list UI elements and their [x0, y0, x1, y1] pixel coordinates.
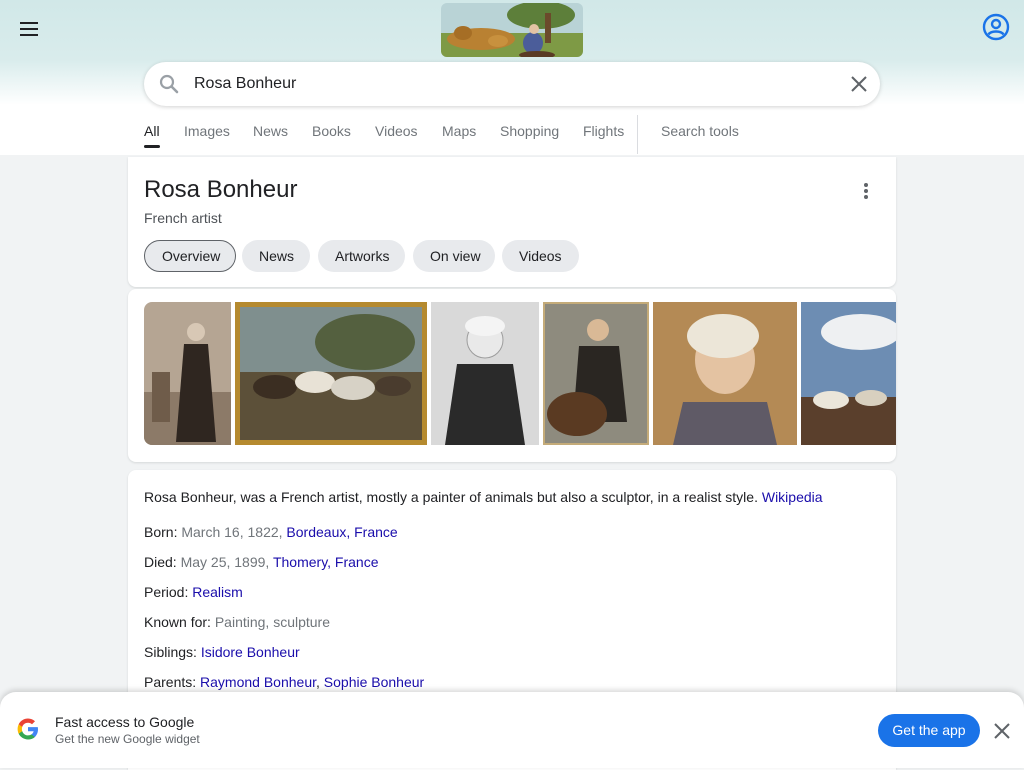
entity-title: Rosa Bonheur	[144, 176, 298, 203]
image-thumbnail[interactable]	[235, 302, 427, 445]
knowledge-panel-header: Rosa Bonheur French artist Overview News…	[128, 157, 896, 287]
tab-videos[interactable]: Videos	[375, 123, 418, 139]
search-box	[144, 62, 880, 106]
fact-period: Period: Realism	[144, 584, 243, 600]
parent-link-mother[interactable]: Sophie Bonheur	[324, 674, 424, 690]
more-options-icon[interactable]	[856, 181, 876, 203]
image-thumbnail[interactable]	[801, 302, 896, 445]
search-icon[interactable]	[158, 73, 180, 95]
fact-siblings: Siblings: Isidore Bonheur	[144, 644, 300, 660]
google-doodle[interactable]	[441, 3, 583, 57]
died-place-link[interactable]: Thomery, France	[273, 554, 379, 570]
image-thumbnail[interactable]	[144, 302, 231, 445]
fact-parents: Parents: Raymond Bonheur, Sophie Bonheur	[144, 674, 425, 690]
banner-title: Fast access to Google	[55, 714, 195, 730]
header: All Images News Books Videos Maps Shoppi…	[0, 0, 1024, 155]
get-app-button[interactable]: Get the app	[878, 714, 980, 747]
tab-maps[interactable]: Maps	[442, 123, 476, 139]
fact-born: Born: March 16, 1822, Bordeaux, France	[144, 524, 398, 540]
tab-books[interactable]: Books	[312, 123, 351, 139]
fact-died: Died: May 25, 1899, Thomery, France	[144, 554, 379, 570]
account-circle-icon[interactable]	[982, 13, 1010, 41]
entity-subtitle: French artist	[144, 210, 222, 226]
fact-known-for: Known for: Painting, sculpture	[144, 614, 331, 630]
entity-description: Rosa Bonheur, was a French artist, mostl…	[144, 489, 823, 505]
tab-shopping[interactable]: Shopping	[500, 123, 559, 139]
tab-divider	[637, 115, 638, 154]
chip-artworks[interactable]: Artworks	[318, 240, 405, 272]
image-thumbnail[interactable]	[543, 302, 649, 445]
image-carousel	[128, 289, 896, 462]
tab-images[interactable]: Images	[184, 123, 230, 139]
close-icon[interactable]	[848, 73, 870, 95]
banner-subtitle: Get the new Google widget	[55, 732, 200, 746]
menu-icon[interactable]	[18, 17, 42, 41]
chip-news[interactable]: News	[242, 240, 310, 272]
image-thumbnail[interactable]	[431, 302, 539, 445]
search-tools-button[interactable]: Search tools	[661, 123, 739, 139]
wikipedia-link[interactable]: Wikipedia	[762, 489, 823, 505]
image-thumbnail[interactable]	[653, 302, 797, 445]
born-place-link[interactable]: Bordeaux, France	[286, 524, 397, 540]
chip-on-view[interactable]: On view	[413, 240, 495, 272]
close-icon[interactable]	[992, 721, 1012, 741]
sibling-link[interactable]: Isidore Bonheur	[201, 644, 300, 660]
search-input[interactable]	[194, 62, 834, 106]
period-link[interactable]: Realism	[192, 584, 243, 600]
parent-link-father[interactable]: Raymond Bonheur	[200, 674, 316, 690]
chip-overview[interactable]: Overview	[144, 240, 236, 272]
tab-flights[interactable]: Flights	[583, 123, 624, 139]
app-promo-banner: Fast access to Google Get the new Google…	[0, 692, 1024, 768]
tab-news[interactable]: News	[253, 123, 288, 139]
google-g-logo	[14, 715, 42, 743]
chip-videos[interactable]: Videos	[502, 240, 579, 272]
tab-all[interactable]: All	[144, 123, 160, 148]
